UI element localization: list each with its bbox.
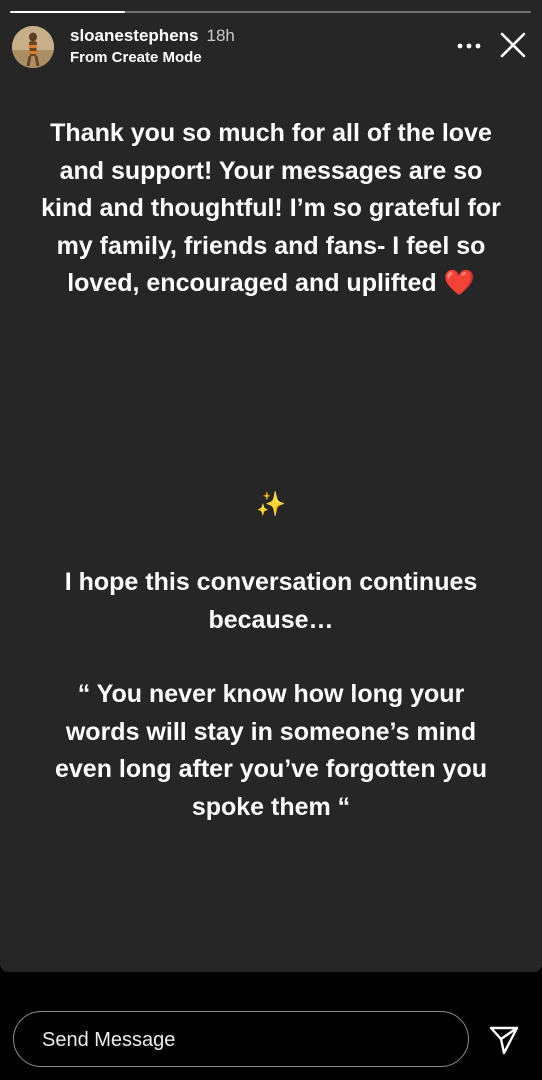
story-progress-fill	[10, 11, 125, 13]
send-button[interactable]	[484, 1020, 524, 1060]
message-composer	[13, 1011, 469, 1068]
story-paragraph-3: “ You never know how long your words wil…	[55, 680, 487, 821]
send-icon	[489, 1026, 519, 1055]
story-subtitle: From Create Mode	[70, 49, 202, 66]
send-message-input[interactable]	[40, 1012, 444, 1068]
username[interactable]: sloanestephens	[70, 26, 199, 45]
heart-emoji: ❤️	[443, 269, 475, 297]
avatar[interactable]	[12, 26, 54, 68]
sparkle-emoji: ✨	[256, 491, 286, 518]
close-icon	[500, 32, 526, 58]
user-info: sloanestephens 18h From Create Mode	[70, 26, 235, 67]
story-card[interactable]: sloanestephens 18h From Create Mode Thank…	[0, 0, 542, 972]
story-paragraph-1: Thank you so much for all of the love an…	[40, 115, 502, 303]
story-header: sloanestephens 18h From Create Mode	[12, 24, 530, 72]
story-progress-bar	[10, 11, 531, 13]
more-options-icon	[457, 43, 481, 49]
story-paragraph-1-text: Thank you so much for all of the love an…	[41, 119, 501, 297]
close-button[interactable]	[496, 28, 530, 62]
more-options-button[interactable]	[452, 34, 486, 58]
timestamp: 18h	[206, 26, 235, 45]
story-paragraph-2: I hope this conversation continues becau…	[64, 568, 478, 634]
